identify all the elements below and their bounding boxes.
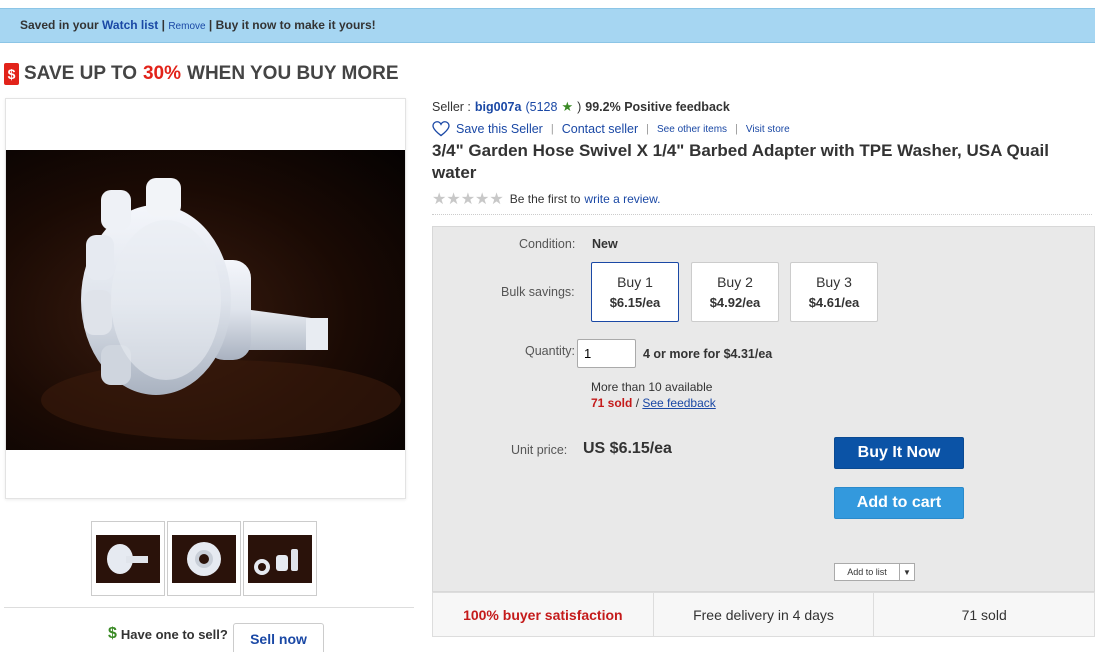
product-rating: ★★★★★ Be the first to write a review.: [432, 189, 660, 209]
unit-price-label: Unit price:: [511, 443, 568, 457]
sold-separator: /: [632, 396, 643, 410]
seller-score-link[interactable]: (5128: [525, 100, 557, 114]
quantity-label: Quantity:: [525, 344, 576, 358]
promo-percent: 30%: [142, 63, 182, 84]
thumbnail-adapter-parts[interactable]: [243, 521, 317, 596]
delivery-stat: Free delivery in 4 days: [654, 593, 875, 636]
thumbnail-adapter-front[interactable]: [167, 521, 241, 596]
buy-now-prompt: Buy it now to make it yours!: [215, 18, 376, 32]
watch-list-notification-bar: Saved in your Watch list | Remove | Buy …: [0, 8, 1095, 43]
feedback-star-icon: ★: [561, 99, 574, 114]
main-product-image[interactable]: [6, 150, 405, 450]
seller-label: Seller :: [432, 100, 471, 114]
buyer-satisfaction-stat: 100% buyer satisfaction: [433, 593, 654, 636]
divider: [4, 607, 414, 608]
watch-separator: |: [208, 18, 213, 32]
bulk-savings-label: Bulk savings:: [501, 285, 575, 299]
seller-stats-row: 100% buyer satisfaction Free delivery in…: [432, 592, 1095, 637]
review-prompt: Be the first to: [509, 192, 581, 206]
add-to-cart-button[interactable]: Add to cart: [834, 487, 964, 519]
thumbnail-image: [107, 543, 148, 574]
bulk-option-buy-2[interactable]: Buy 2 $4.92/ea: [691, 262, 779, 322]
seller-score-close: ): [577, 100, 582, 114]
seller-name-link[interactable]: big007a: [475, 100, 522, 114]
watch-saved-prefix: Saved in your: [20, 18, 99, 32]
buy-it-now-button[interactable]: Buy It Now: [834, 437, 964, 469]
sell-prompt-text: Have one to sell?: [120, 626, 228, 642]
product-title: 3/4" Garden Hose Swivel X 1/4" Barbed Ad…: [432, 141, 1049, 182]
condition-value: New: [592, 237, 618, 251]
save-seller-link[interactable]: Save this Seller: [456, 122, 543, 136]
available-count: More than 10 available: [591, 380, 713, 394]
write-review-link[interactable]: write a review.: [584, 192, 660, 206]
seller-actions: Save this Seller | Contact seller | See …: [432, 121, 790, 137]
watch-separator: |: [161, 18, 165, 32]
sold-stat: 71 sold: [961, 606, 1007, 623]
see-other-items-link[interactable]: See other items: [657, 124, 727, 135]
add-to-list-dropdown[interactable]: Add to list ▼: [834, 563, 915, 581]
hose-adapter-illustration: [41, 178, 401, 440]
bulk-option-price: $6.15/ea: [609, 295, 661, 310]
availability-info: More than 10 available 71 sold / See fee…: [591, 379, 716, 411]
bulk-option-buy-3[interactable]: Buy 3 $4.61/ea: [790, 262, 878, 322]
heart-icon[interactable]: [432, 121, 450, 137]
chevron-down-icon[interactable]: ▼: [900, 564, 914, 580]
visit-store-link[interactable]: Visit store: [746, 124, 790, 135]
thumbnail-strip: [91, 521, 317, 596]
divider: [432, 214, 1092, 215]
link-separator: |: [735, 123, 738, 135]
dollar-tag-icon: $: [4, 63, 19, 85]
sell-prompt: $ Have one to sell?: [108, 625, 228, 643]
bulk-option-buy-1[interactable]: Buy 1 $6.15/ea: [591, 262, 679, 322]
bulk-promo-banner: $ SAVE UP TO 30% WHEN YOU BUY MORE: [4, 62, 399, 86]
watch-list-link[interactable]: Watch list: [102, 18, 158, 32]
quantity-deal: 4 or more for $4.31/ea: [643, 347, 773, 361]
seller-feedback-percent: 99.2% Positive feedback: [585, 100, 730, 114]
purchase-panel: Condition: New Bulk savings: Buy 1 $6.15…: [432, 226, 1095, 592]
bulk-option-label: Buy 1: [617, 274, 653, 290]
sell-now-button[interactable]: Sell now: [233, 623, 324, 652]
promo-suffix: WHEN YOU BUY MORE: [187, 63, 399, 84]
thumbnail-image: [187, 541, 221, 576]
bulk-option-label: Buy 2: [717, 274, 753, 290]
rating-stars-icon: ★★★★★: [432, 191, 504, 208]
bulk-option-price: $4.92/ea: [709, 295, 761, 310]
add-to-list-button[interactable]: Add to list: [835, 564, 900, 580]
main-product-image-frame[interactable]: [5, 98, 406, 499]
promo-prefix: SAVE UP TO: [24, 63, 137, 84]
sold-count: 71 sold: [591, 396, 633, 410]
thumbnail-image: [254, 548, 298, 575]
seller-info: Seller : big007a (5128 ★ ) 99.2% Positiv…: [432, 99, 730, 115]
link-separator: |: [550, 123, 554, 135]
contact-seller-link[interactable]: Contact seller: [562, 122, 638, 136]
unit-price-value: US $6.15/ea: [583, 440, 672, 457]
link-separator: |: [646, 123, 650, 135]
thumbnail-adapter-side[interactable]: [91, 521, 165, 596]
dollar-icon: $: [108, 625, 117, 642]
see-feedback-link[interactable]: See feedback: [642, 396, 715, 410]
condition-label: Condition:: [519, 237, 576, 251]
bulk-option-label: Buy 3: [816, 274, 852, 290]
bulk-option-price: $4.61/ea: [808, 295, 860, 310]
quantity-input[interactable]: [577, 339, 636, 368]
remove-from-watch-link[interactable]: Remove: [168, 21, 205, 32]
